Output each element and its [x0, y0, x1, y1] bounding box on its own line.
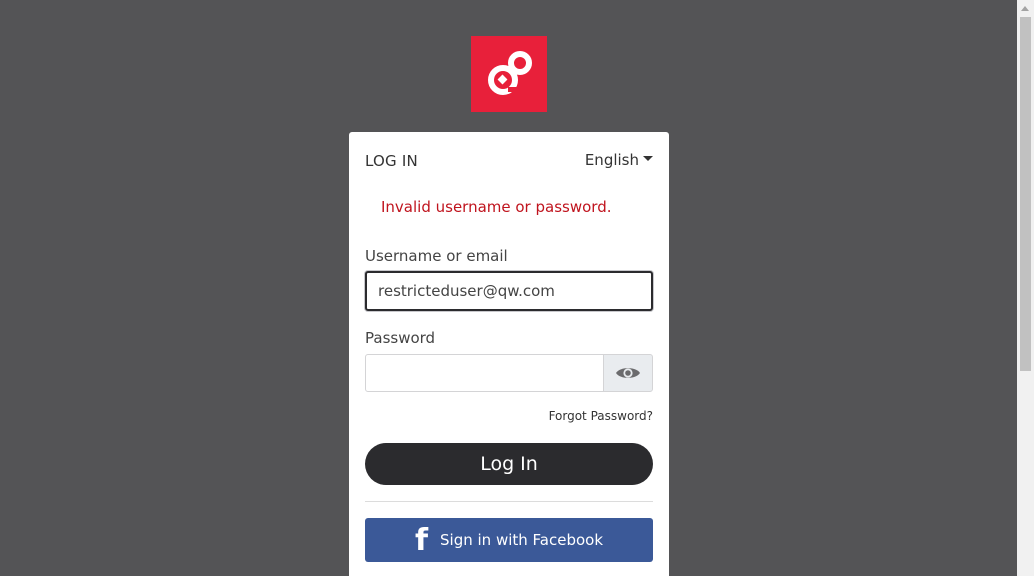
- show-password-button[interactable]: [603, 354, 653, 392]
- login-card: LOG IN English Invalid username or passw…: [349, 132, 669, 576]
- facebook-signin-button[interactable]: f Sign in with Facebook: [365, 518, 653, 562]
- login-page: LOG IN English Invalid username or passw…: [0, 0, 1034, 576]
- password-input[interactable]: [365, 354, 604, 392]
- eye-icon: [616, 368, 640, 378]
- qw-logo-icon: [471, 36, 547, 112]
- language-label: English: [584, 151, 639, 169]
- login-button[interactable]: Log In: [365, 443, 653, 485]
- login-title: LOG IN: [365, 152, 418, 170]
- username-label: Username or email: [365, 247, 508, 265]
- facebook-button-label: Sign in with Facebook: [440, 531, 604, 549]
- facebook-icon: f: [414, 523, 429, 558]
- vertical-scrollbar[interactable]: [1017, 0, 1034, 576]
- login-button-label: Log In: [480, 453, 538, 475]
- language-dropdown[interactable]: English: [585, 151, 653, 169]
- scrollbar-thumb[interactable]: [1020, 17, 1031, 371]
- error-message: Invalid username or password.: [381, 198, 612, 216]
- divider: [365, 501, 653, 502]
- scroll-up-icon[interactable]: [1021, 6, 1029, 11]
- forgot-password-link[interactable]: Forgot Password?: [549, 409, 653, 423]
- username-input[interactable]: [365, 271, 653, 311]
- caret-down-icon: [643, 155, 653, 161]
- password-label: Password: [365, 329, 436, 347]
